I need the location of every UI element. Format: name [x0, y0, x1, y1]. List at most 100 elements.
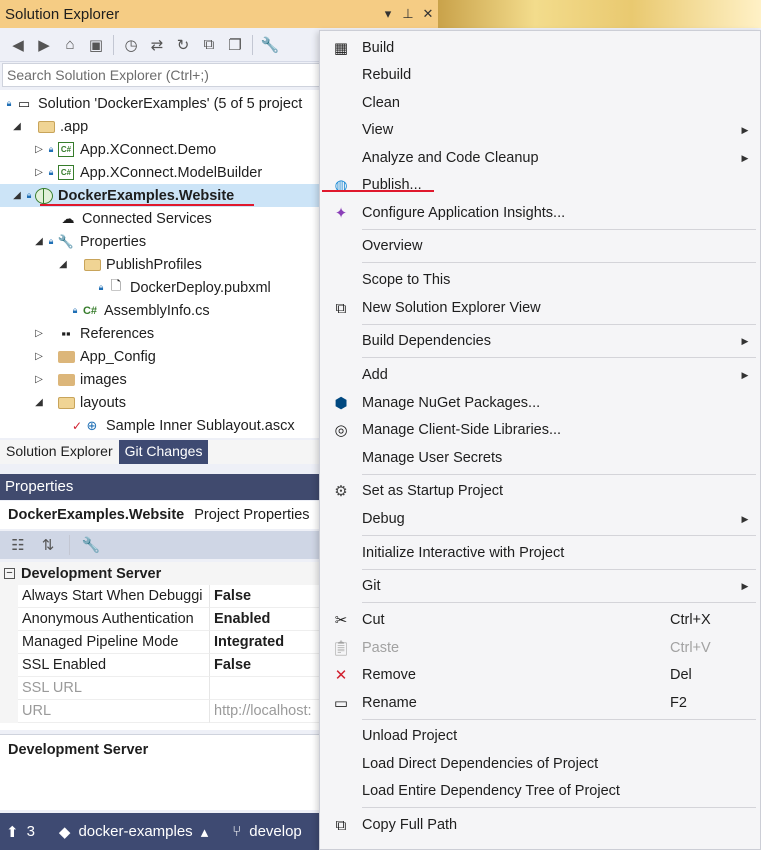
sync-icon[interactable]: ⇄: [145, 33, 169, 57]
property-row[interactable]: Managed Pipeline Mode Integrated: [0, 631, 320, 654]
tree-item-solution[interactable]: 🔒︎ ▭ Solution 'DockerExamples' (5 of 5 p…: [0, 92, 320, 115]
tree-item-app-config[interactable]: ▷ App_Config: [0, 345, 320, 368]
wrench-icon: 🔧: [57, 233, 75, 249]
tree-item-dockerdeploy-pubxml[interactable]: 🔒︎ 🗋 DockerDeploy.pubxml: [0, 276, 320, 299]
menu-item-manage-nuget[interactable]: ⬢ Manage NuGet Packages...: [320, 390, 760, 416]
menu-item-init-interactive[interactable]: Initialize Interactive with Project: [320, 540, 760, 566]
menu-separator: [362, 229, 756, 230]
collapsed-arrow-icon[interactable]: ▷: [32, 351, 46, 362]
collapsed-arrow-icon[interactable]: ▷: [32, 374, 46, 385]
collapse-all-icon[interactable]: ⧉: [197, 33, 221, 57]
solution-explorer-title: Solution Explorer: [5, 5, 120, 23]
menu-item-analyze[interactable]: Analyze and Code Cleanup ▶: [320, 145, 760, 171]
menu-item-clean[interactable]: Clean: [320, 90, 760, 116]
menu-item-add[interactable]: Add ▶: [320, 362, 760, 388]
menu-item-overview[interactable]: Overview: [320, 233, 760, 259]
tab-solution-explorer[interactable]: Solution Explorer: [0, 440, 119, 464]
property-row[interactable]: SSL Enabled False: [0, 654, 320, 677]
expanded-arrow-icon[interactable]: ◢: [32, 236, 46, 247]
close-button[interactable]: ✕: [418, 6, 438, 22]
menu-item-view[interactable]: View ▶: [320, 117, 760, 143]
pending-commits[interactable]: ⬆ 3: [6, 823, 53, 841]
menu-item-paste: 📋︎ Paste Ctrl+V: [320, 635, 760, 661]
property-row[interactable]: Always Start When Debuggi False: [0, 585, 320, 608]
expanded-arrow-icon[interactable]: ◢: [32, 397, 46, 408]
property-row[interactable]: URL http://localhost:: [0, 700, 320, 723]
menu-separator: [362, 569, 756, 570]
switch-views-icon[interactable]: ▣: [84, 33, 108, 57]
clipboard-icon: 📋︎: [331, 640, 351, 657]
menu-item-load-direct[interactable]: Load Direct Dependencies of Project: [320, 751, 760, 777]
tree-item-layouts[interactable]: ◢ layouts: [0, 391, 320, 414]
menu-item-build-dependencies[interactable]: Build Dependencies ▶: [320, 328, 760, 354]
menu-item-scope[interactable]: Scope to This: [320, 267, 760, 293]
menu-item-load-tree[interactable]: Load Entire Dependency Tree of Project: [320, 778, 760, 804]
menu-item-unload[interactable]: Unload Project: [320, 723, 760, 749]
collapsed-arrow-icon[interactable]: ▷: [32, 144, 46, 155]
properties-object-selector[interactable]: DockerExamples.Website Project Propertie…: [0, 501, 320, 529]
menu-separator: [362, 535, 756, 536]
collapsed-arrow-icon[interactable]: ▷: [32, 328, 46, 339]
refresh-icon[interactable]: ↻: [171, 33, 195, 57]
tree-item-sample-sublayout[interactable]: ✓ ⊕ Sample Inner Sublayout.ascx: [0, 414, 320, 437]
gear-icon: ⚙: [334, 483, 348, 500]
menu-item-copy-path[interactable]: ⧉ Copy Full Path: [320, 812, 760, 838]
pending-changes-filter-icon[interactable]: ◷: [119, 33, 143, 57]
submenu-arrow-icon: ▶: [741, 513, 749, 524]
menu-item-manage-client-libs[interactable]: ◎ Manage Client-Side Libraries...: [320, 417, 760, 443]
lock-icon: 🔒︎: [72, 305, 78, 315]
collapsed-arrow-icon[interactable]: ▷: [32, 167, 46, 178]
tree-item-publishprofiles[interactable]: ◢ PublishProfiles: [0, 253, 320, 276]
expanded-arrow-icon[interactable]: ◢: [10, 190, 24, 201]
tree-item-app-folder[interactable]: ◢ .app: [0, 115, 320, 138]
menu-item-publish[interactable]: ◍ Publish...: [320, 172, 760, 198]
solution-explorer-tabs: Solution Explorer Git Changes: [0, 440, 320, 464]
menu-item-remove[interactable]: ✕ Remove Del: [320, 662, 760, 688]
menu-item-rebuild[interactable]: Rebuild: [320, 62, 760, 88]
properties-wrench-icon[interactable]: 🔧: [258, 33, 282, 57]
branch-selector[interactable]: ◆ docker-examples ▴: [59, 823, 226, 841]
menu-item-configure-insights[interactable]: ✦ Configure Application Insights...: [320, 200, 760, 226]
menu-item-cut[interactable]: ✂ Cut Ctrl+X: [320, 607, 760, 633]
menu-item-git[interactable]: Git ▶: [320, 573, 760, 599]
annotation-underline-website: [40, 204, 254, 206]
window-dropdown-button[interactable]: ▾: [378, 6, 398, 22]
property-row[interactable]: Anonymous Authentication Enabled: [0, 608, 320, 631]
submenu-arrow-icon: ▶: [741, 124, 749, 135]
search-input[interactable]: Search Solution Explorer (Ctrl+;): [2, 63, 322, 87]
tab-git-changes[interactable]: Git Changes: [118, 440, 209, 464]
tree-item-properties[interactable]: ◢ 🔒︎ 🔧 Properties: [0, 230, 320, 253]
rename-icon: ▭: [333, 695, 349, 712]
expanded-arrow-icon[interactable]: ◢: [10, 121, 24, 132]
home-icon[interactable]: ⌂: [58, 33, 82, 57]
property-row[interactable]: SSL URL: [0, 677, 320, 700]
forward-icon[interactable]: ▶: [32, 33, 56, 57]
tree-item-xconnect-modelbuilder[interactable]: ▷ 🔒︎ C# App.XConnect.ModelBuilder: [0, 161, 320, 184]
menu-item-rename[interactable]: ▭ Rename F2: [320, 690, 760, 716]
menu-item-new-se-view[interactable]: ⧉ New Solution Explorer View: [320, 295, 760, 321]
expanded-arrow-icon[interactable]: ◢: [56, 259, 70, 270]
tree-item-images[interactable]: ▷ images: [0, 368, 320, 391]
menu-item-manage-secrets[interactable]: Manage User Secrets: [320, 445, 760, 471]
menu-item-build[interactable]: ▦ Build: [320, 35, 760, 61]
collapse-box-icon[interactable]: −: [4, 568, 15, 579]
menu-item-debug[interactable]: Debug ▶: [320, 506, 760, 532]
tree-item-connected-services[interactable]: ☁ Connected Services: [0, 207, 320, 230]
alphabetical-icon[interactable]: ⇅: [36, 533, 60, 557]
repo-selector[interactable]: ⑂ develop: [232, 823, 320, 840]
build-icon: ▦: [333, 40, 349, 57]
show-all-files-icon[interactable]: ❐: [223, 33, 247, 57]
pin-button[interactable]: ⊥: [398, 6, 418, 22]
menu-separator: [362, 262, 756, 263]
property-pages-wrench-icon[interactable]: 🔧: [79, 533, 103, 557]
menu-separator: [362, 357, 756, 358]
tree-item-xconnect-demo[interactable]: ▷ 🔒︎ C# App.XConnect.Demo: [0, 138, 320, 161]
property-category[interactable]: − Development Server: [0, 562, 320, 585]
tree-item-assemblyinfo[interactable]: 🔒︎ C# AssemblyInfo.cs: [0, 299, 320, 322]
categorized-icon[interactable]: ☷: [6, 533, 30, 557]
menu-item-set-startup[interactable]: ⚙ Set as Startup Project: [320, 478, 760, 504]
menu-separator: [362, 719, 756, 720]
back-icon[interactable]: ◀: [6, 33, 30, 57]
tree-item-references[interactable]: ▷ ▪▪ References: [0, 322, 320, 345]
up-arrow-icon: ⬆: [6, 823, 19, 841]
